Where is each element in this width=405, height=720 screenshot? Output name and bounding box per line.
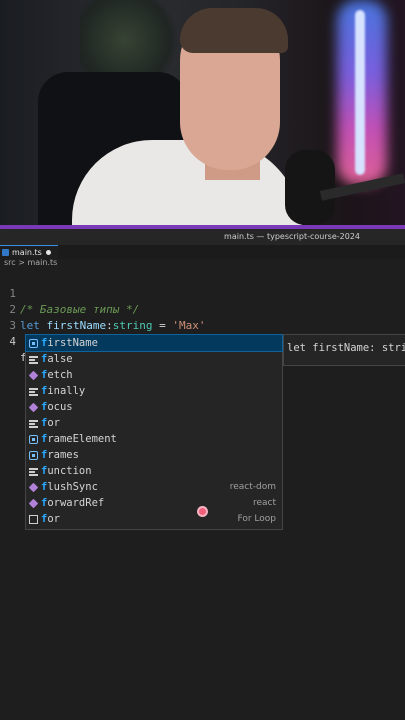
- code-line: 3: [0, 302, 27, 332]
- suggestion-label: forwardRef: [41, 495, 104, 511]
- variable-icon: [29, 435, 38, 444]
- suggestion-rest: irstName: [47, 337, 98, 349]
- code-comment: /* Базовые типы */: [20, 303, 140, 316]
- tab-main-ts[interactable]: main.ts: [0, 245, 58, 259]
- variable-icon: [29, 451, 38, 460]
- suggestion-source: react-dom: [229, 482, 276, 492]
- suggestion-rest: rames: [47, 449, 79, 461]
- code-line: 2 let firstName:string = 'Max': [0, 286, 205, 332]
- suggestion-item[interactable]: flushSync react-dom: [26, 479, 282, 495]
- suggestion-rest: or: [47, 513, 60, 525]
- code-line: 1 /* Базовые типы */: [0, 270, 139, 316]
- microphone: [285, 150, 335, 225]
- suggestion-rest: orwardRef: [47, 497, 105, 509]
- keyword-icon: [29, 387, 38, 396]
- breadcrumb-file[interactable]: main.ts: [27, 258, 57, 267]
- keyword-icon: [29, 419, 38, 428]
- suggestion-label: fetch: [41, 367, 73, 383]
- suggestion-rest: alse: [47, 353, 73, 365]
- breadcrumb-separator: >: [18, 258, 25, 267]
- suggestion-label: frameElement: [41, 431, 117, 447]
- suggestion-label: frames: [41, 447, 79, 463]
- function-icon: [28, 498, 39, 509]
- suggestion-label: for: [41, 511, 60, 527]
- typescript-file-icon: [2, 249, 9, 256]
- type-annotation: string: [112, 319, 153, 332]
- equals-sign: =: [152, 319, 173, 332]
- suggestion-item[interactable]: focus: [26, 399, 282, 415]
- keyword-icon: [29, 467, 38, 476]
- suggestion-item[interactable]: frames: [26, 447, 282, 463]
- suggestion-source: react: [252, 498, 276, 508]
- function-icon: [28, 370, 39, 381]
- suggestion-item[interactable]: false: [26, 351, 282, 367]
- code-statement: let firstName:string = 'Max': [20, 318, 205, 334]
- suggestion-item[interactable]: forwardRef react: [26, 495, 282, 511]
- suggestion-item[interactable]: frameElement: [26, 431, 282, 447]
- suggestion-item[interactable]: for For Loop: [26, 511, 282, 527]
- suggestion-rest: etch: [47, 369, 73, 381]
- function-icon: [28, 402, 39, 413]
- unsaved-dot-icon[interactable]: [46, 250, 51, 255]
- suggestion-label: focus: [41, 399, 73, 415]
- breadcrumb-folder[interactable]: src: [4, 258, 16, 267]
- suggestion-rest: inally: [47, 385, 86, 397]
- line-number: 4: [9, 335, 16, 348]
- suggestion-rest: ocus: [47, 401, 73, 413]
- window-title: main.ts — typescript-course-2024: [0, 229, 405, 245]
- suggestion-rest: or: [47, 417, 60, 429]
- webcam-video: [0, 0, 405, 225]
- colon: :: [106, 319, 113, 332]
- mouse-pointer-icon: [197, 506, 208, 517]
- background-plant: [80, 0, 190, 80]
- tab-bar: main.ts: [0, 245, 405, 259]
- code-line-current: 4 f: [0, 318, 29, 364]
- snippet-icon: [29, 515, 38, 524]
- suggestion-source: For Loop: [237, 514, 276, 524]
- suggestion-item[interactable]: for: [26, 415, 282, 431]
- suggestion-item[interactable]: function: [26, 463, 282, 479]
- suggestion-item[interactable]: fetch: [26, 367, 282, 383]
- suggestion-label: function: [41, 463, 92, 479]
- tab-label: main.ts: [12, 248, 42, 257]
- suggestion-rest: rameElement: [47, 433, 117, 445]
- string-literal: 'Max': [172, 319, 206, 332]
- variable-icon: [29, 339, 38, 348]
- breadcrumb: src > main.ts: [4, 258, 57, 268]
- suggestion-label: flushSync: [41, 479, 98, 495]
- variable-name: firstName: [46, 319, 107, 332]
- suggestion-rest: unction: [47, 465, 92, 477]
- suggestion-details: let firstName: string: [283, 334, 405, 366]
- suggestion-label: false: [41, 351, 73, 367]
- function-icon: [28, 482, 39, 493]
- suggestion-item[interactable]: firstName: [25, 334, 283, 352]
- neon-light-core: [355, 10, 365, 175]
- suggestion-label: firstName: [41, 335, 98, 351]
- suggestion-widget: firstName false fetch finally focus for frameE…: [25, 334, 283, 530]
- keyword-icon: [29, 355, 38, 364]
- suggestion-item[interactable]: finally: [26, 383, 282, 399]
- person-hair: [180, 8, 288, 53]
- suggestion-label: for: [41, 415, 60, 431]
- suggestion-rest: lushSync: [47, 481, 98, 493]
- suggestion-label: finally: [41, 383, 85, 399]
